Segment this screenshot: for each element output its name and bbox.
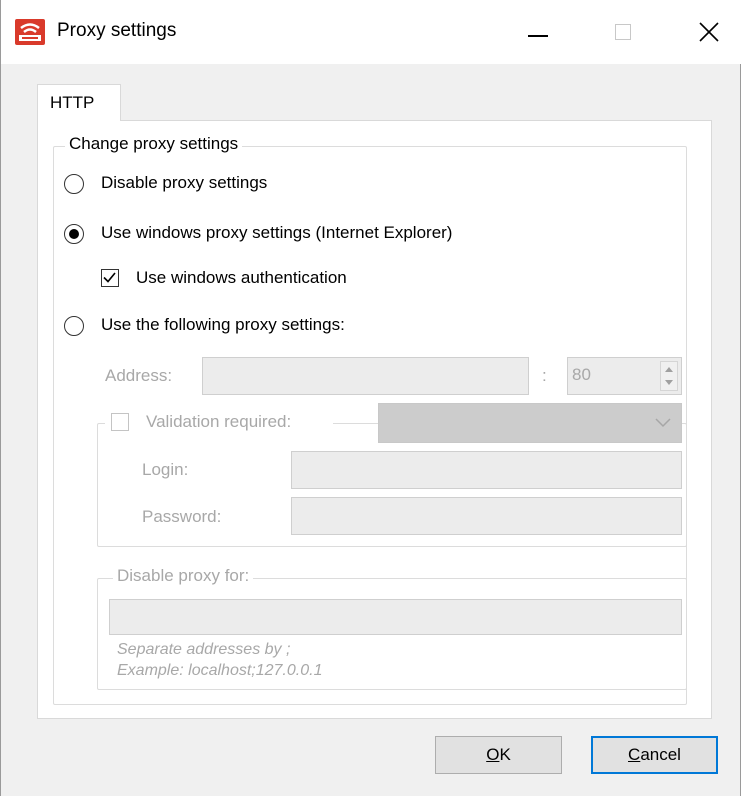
spin-up-icon[interactable] [665, 367, 673, 372]
cancel-label-rest: ancel [640, 745, 681, 764]
cancel-button[interactable]: Cancel [591, 736, 718, 774]
password-label: Password: [142, 507, 222, 526]
minimize-button[interactable] [484, 0, 574, 64]
minimize-icon [528, 35, 548, 37]
login-label: Login: [142, 460, 189, 479]
validation-label[interactable]: Validation required: [146, 412, 291, 432]
tab-http[interactable]: HTTP [37, 84, 121, 121]
change-proxy-legend: Change proxy settings [65, 134, 243, 154]
maximize-button[interactable] [574, 0, 664, 64]
port-value: 80 [572, 365, 591, 384]
following-proxy-radio[interactable] [64, 316, 84, 336]
validation-checkbox[interactable] [111, 413, 129, 431]
port-spinner[interactable]: 80 [567, 357, 682, 395]
windows-proxy-radio[interactable] [64, 224, 84, 244]
address-input[interactable] [202, 357, 529, 395]
windows-auth-checkbox[interactable] [101, 269, 119, 287]
login-input[interactable] [291, 451, 682, 489]
disable-proxy-label[interactable]: Disable proxy settings [101, 173, 267, 193]
ok-label-rest: K [499, 745, 511, 764]
checkmark-icon [103, 272, 116, 283]
windows-auth-label[interactable]: Use windows authentication [136, 268, 347, 288]
bypass-input[interactable] [109, 599, 682, 635]
close-button[interactable] [652, 0, 741, 64]
password-input[interactable] [291, 497, 682, 535]
bypass-hint-separator: Separate addresses by ; [117, 641, 291, 658]
proxy-settings-window: Proxy settings HTTP Change proxy setting… [0, 0, 741, 796]
cancel-mnemonic: C [628, 745, 641, 764]
tab-http-label: HTTP [50, 93, 95, 112]
close-icon [699, 22, 719, 42]
ok-button[interactable]: OK [435, 736, 562, 774]
maximize-icon [615, 24, 631, 40]
windows-proxy-label[interactable]: Use windows proxy settings (Internet Exp… [101, 223, 452, 243]
disable-proxy-radio[interactable] [64, 174, 84, 194]
title-bar[interactable]: Proxy settings [1, 0, 741, 64]
ok-mnemonic: O [486, 745, 500, 764]
bypass-legend: Disable proxy for: [113, 566, 254, 586]
port-spin-buttons[interactable] [660, 361, 678, 391]
spin-down-icon[interactable] [665, 380, 673, 385]
app-icon [15, 19, 45, 45]
chevron-down-icon [655, 418, 671, 428]
address-label: Address: [105, 366, 173, 385]
validation-type-select[interactable] [378, 403, 682, 443]
window-title: Proxy settings [57, 20, 177, 41]
bypass-hint-example: Example: localhost;127.0.0.1 [117, 662, 323, 679]
following-proxy-label[interactable]: Use the following proxy settings: [101, 315, 345, 335]
port-separator: : [542, 366, 547, 385]
